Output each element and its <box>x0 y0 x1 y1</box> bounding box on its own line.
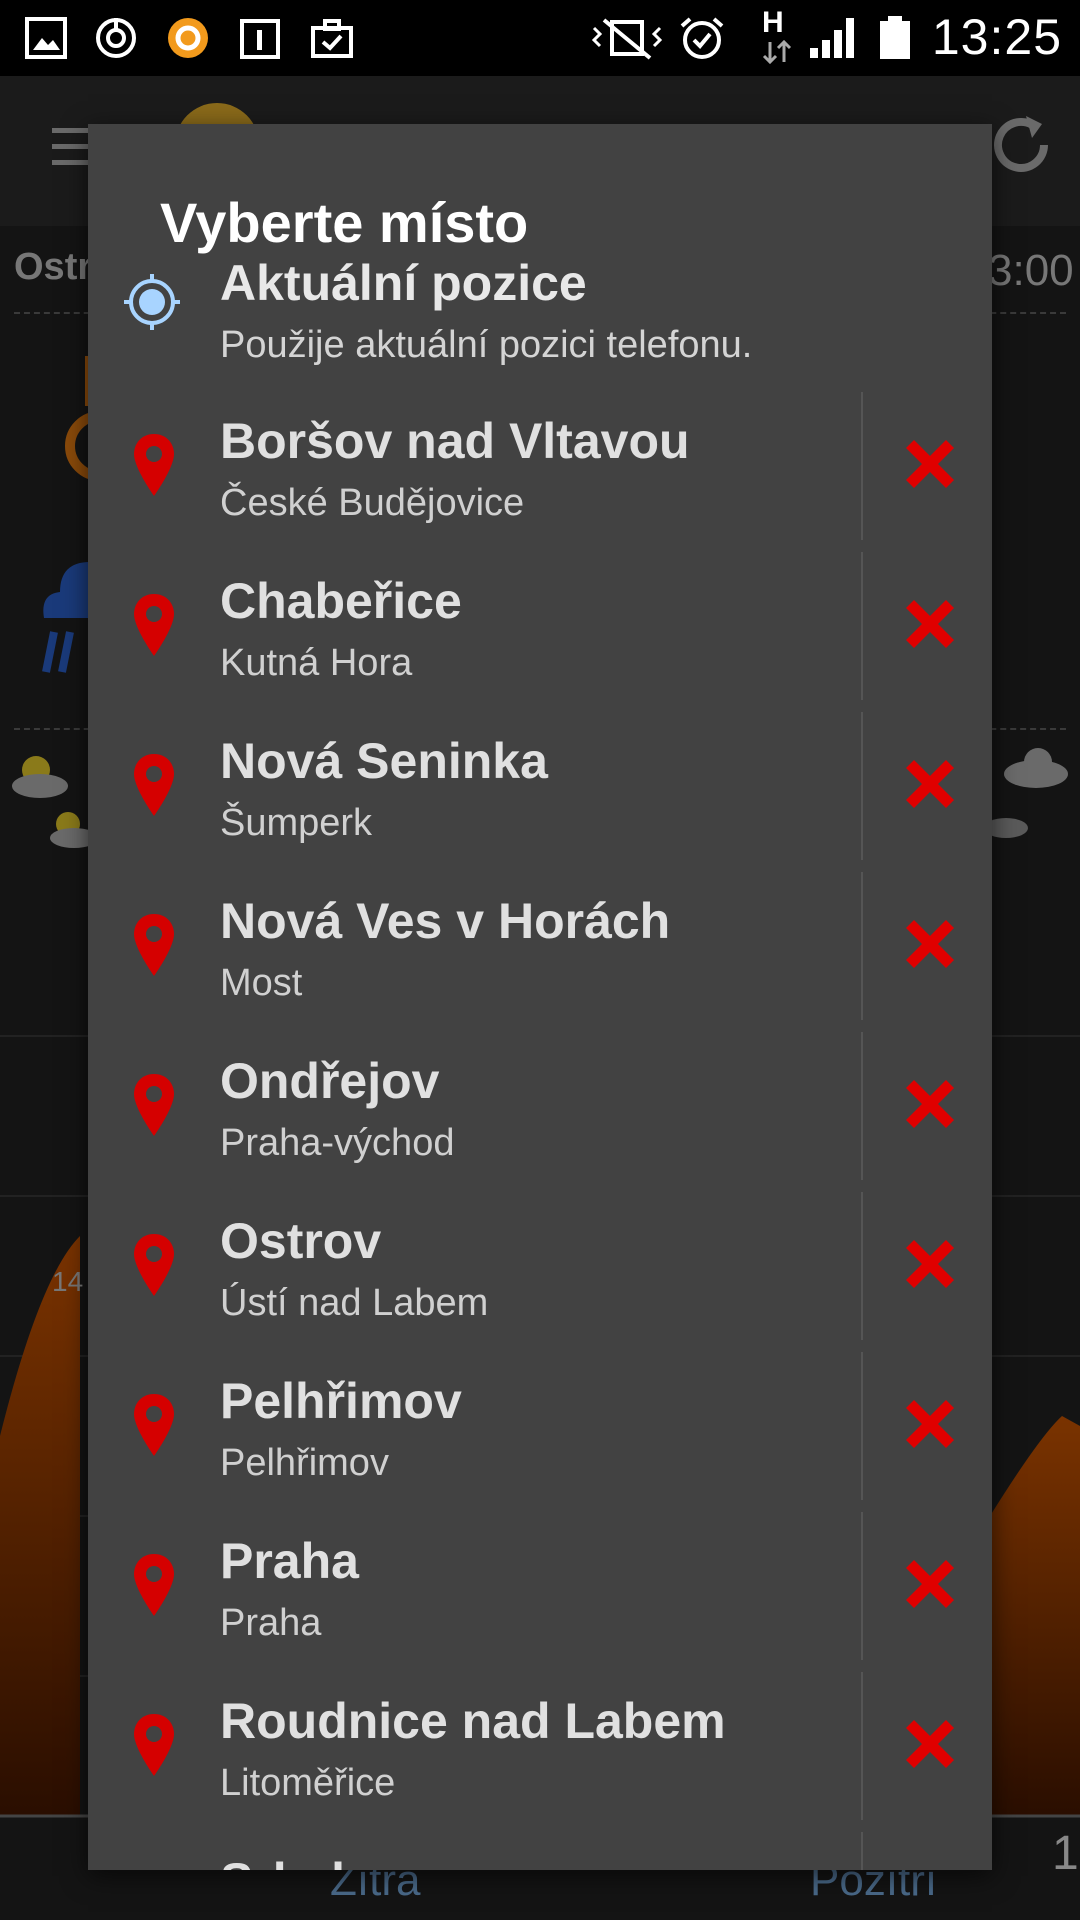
list-item[interactable]: Ondřejov Praha-východ <box>88 1032 992 1192</box>
list-item[interactable]: Roudnice nad Labem Litoměřice <box>88 1672 992 1832</box>
location-name: Roudnice nad Labem <box>220 1693 726 1749</box>
map-pin-icon <box>134 754 174 816</box>
weather-partly-cloudy-icon <box>12 756 68 798</box>
location-picker-dialog: Vyberte místo Aktuální pozice Použije ak… <box>88 124 992 1870</box>
background-scale-value: 14 <box>52 1266 84 1297</box>
app-badge-icon <box>168 18 208 58</box>
location-region: Most <box>220 962 303 1004</box>
location-region: Litoměřice <box>220 1762 396 1804</box>
location-name: Pelhřimov <box>220 1373 462 1429</box>
delete-icon[interactable] <box>900 594 960 654</box>
clock: 13:25 <box>931 9 1062 65</box>
list-item[interactable]: Chabeřice Kutná Hora <box>88 552 992 712</box>
alarm-icon <box>680 17 724 59</box>
location-name: Nová Ves v Horách <box>220 893 671 949</box>
weather-rain-partial-icon <box>42 562 90 673</box>
location-name: Boršov nad Vltavou <box>220 413 690 469</box>
list-item[interactable]: Praha Praha <box>88 1512 992 1672</box>
list-item[interactable]: Srbsko <box>88 1832 992 1870</box>
delete-icon[interactable] <box>900 1714 960 1774</box>
calendar-icon <box>240 19 280 59</box>
refresh-icon <box>994 116 1048 172</box>
data-arrows-icon <box>762 40 792 64</box>
delete-icon[interactable] <box>900 1074 960 1134</box>
item-divider <box>861 872 863 1020</box>
location-region: Pelhřimov <box>220 1442 389 1484</box>
network-type-label: H <box>762 6 784 39</box>
location-list: Boršov nad Vltavou České Budějovice Chab… <box>88 392 992 1870</box>
location-name: Srbsko <box>220 1852 390 1870</box>
list-item[interactable]: Ostrov Ústí nad Labem <box>88 1192 992 1352</box>
dialog-title: Vyberte místo <box>160 191 529 254</box>
location-region: Praha-východ <box>220 1122 455 1164</box>
vibrate-mute-icon <box>591 18 663 60</box>
briefcase-check-icon <box>311 19 353 58</box>
background-location: Ostr <box>14 246 93 288</box>
map-pin-icon <box>134 1714 174 1776</box>
delete-icon[interactable] <box>900 754 960 814</box>
background-time: 3:00 <box>988 246 1074 295</box>
location-name: Nová Seninka <box>220 733 548 789</box>
battery-icon <box>880 16 910 59</box>
location-name: Praha <box>220 1533 359 1589</box>
item-divider <box>861 712 863 860</box>
list-item[interactable]: Boršov nad Vltavou České Budějovice <box>88 392 992 552</box>
map-pin-icon <box>134 1234 174 1296</box>
current-location-title: Aktuální pozice <box>220 255 587 311</box>
item-divider <box>861 552 863 700</box>
signal-icon <box>810 18 854 58</box>
location-name: Ondřejov <box>220 1053 440 1109</box>
map-pin-icon <box>134 594 174 656</box>
weather-cloud-icon <box>1004 748 1068 788</box>
delete-icon[interactable] <box>900 434 960 494</box>
location-region: České Budějovice <box>220 482 525 524</box>
location-region: Kutná Hora <box>220 642 413 684</box>
location-region: Šumperk <box>220 802 373 844</box>
map-pin-icon <box>134 1554 174 1616</box>
sync-icon <box>96 18 136 58</box>
item-divider <box>861 1192 863 1340</box>
list-item[interactable]: Nová Ves v Horách Most <box>88 872 992 1032</box>
status-bar: H 13:25 <box>0 0 1080 76</box>
delete-icon[interactable] <box>900 1234 960 1294</box>
location-region: Praha <box>220 1602 322 1644</box>
item-divider <box>861 1512 863 1660</box>
delete-icon[interactable] <box>900 914 960 974</box>
item-divider <box>861 392 863 540</box>
map-pin-icon <box>134 1394 174 1456</box>
list-item[interactable]: Pelhřimov Pelhřimov <box>88 1352 992 1512</box>
delete-icon[interactable] <box>900 1394 960 1454</box>
screen: H 13:25 Ostr 3:00 14 1 Zítra Pozítří Vyb… <box>0 0 1080 1920</box>
current-location-subtitle: Použije aktuální pozici telefonu. <box>220 324 753 366</box>
map-pin-icon <box>134 1074 174 1136</box>
map-pin-icon <box>134 434 174 496</box>
item-divider <box>861 1032 863 1180</box>
delete-icon[interactable] <box>900 1554 960 1614</box>
location-name: Ostrov <box>220 1213 382 1269</box>
item-divider <box>861 1832 863 1870</box>
crosshair-locate-icon <box>124 274 180 330</box>
location-region: Ústí nad Labem <box>220 1282 489 1324</box>
map-pin-icon <box>134 914 174 976</box>
location-name: Chabeřice <box>220 573 462 629</box>
item-divider <box>861 1352 863 1500</box>
item-divider <box>861 1672 863 1820</box>
background-scale-value: 1 <box>1052 1827 1079 1880</box>
gallery-icon <box>25 17 67 59</box>
list-item[interactable]: Nová Seninka Šumperk <box>88 712 992 872</box>
